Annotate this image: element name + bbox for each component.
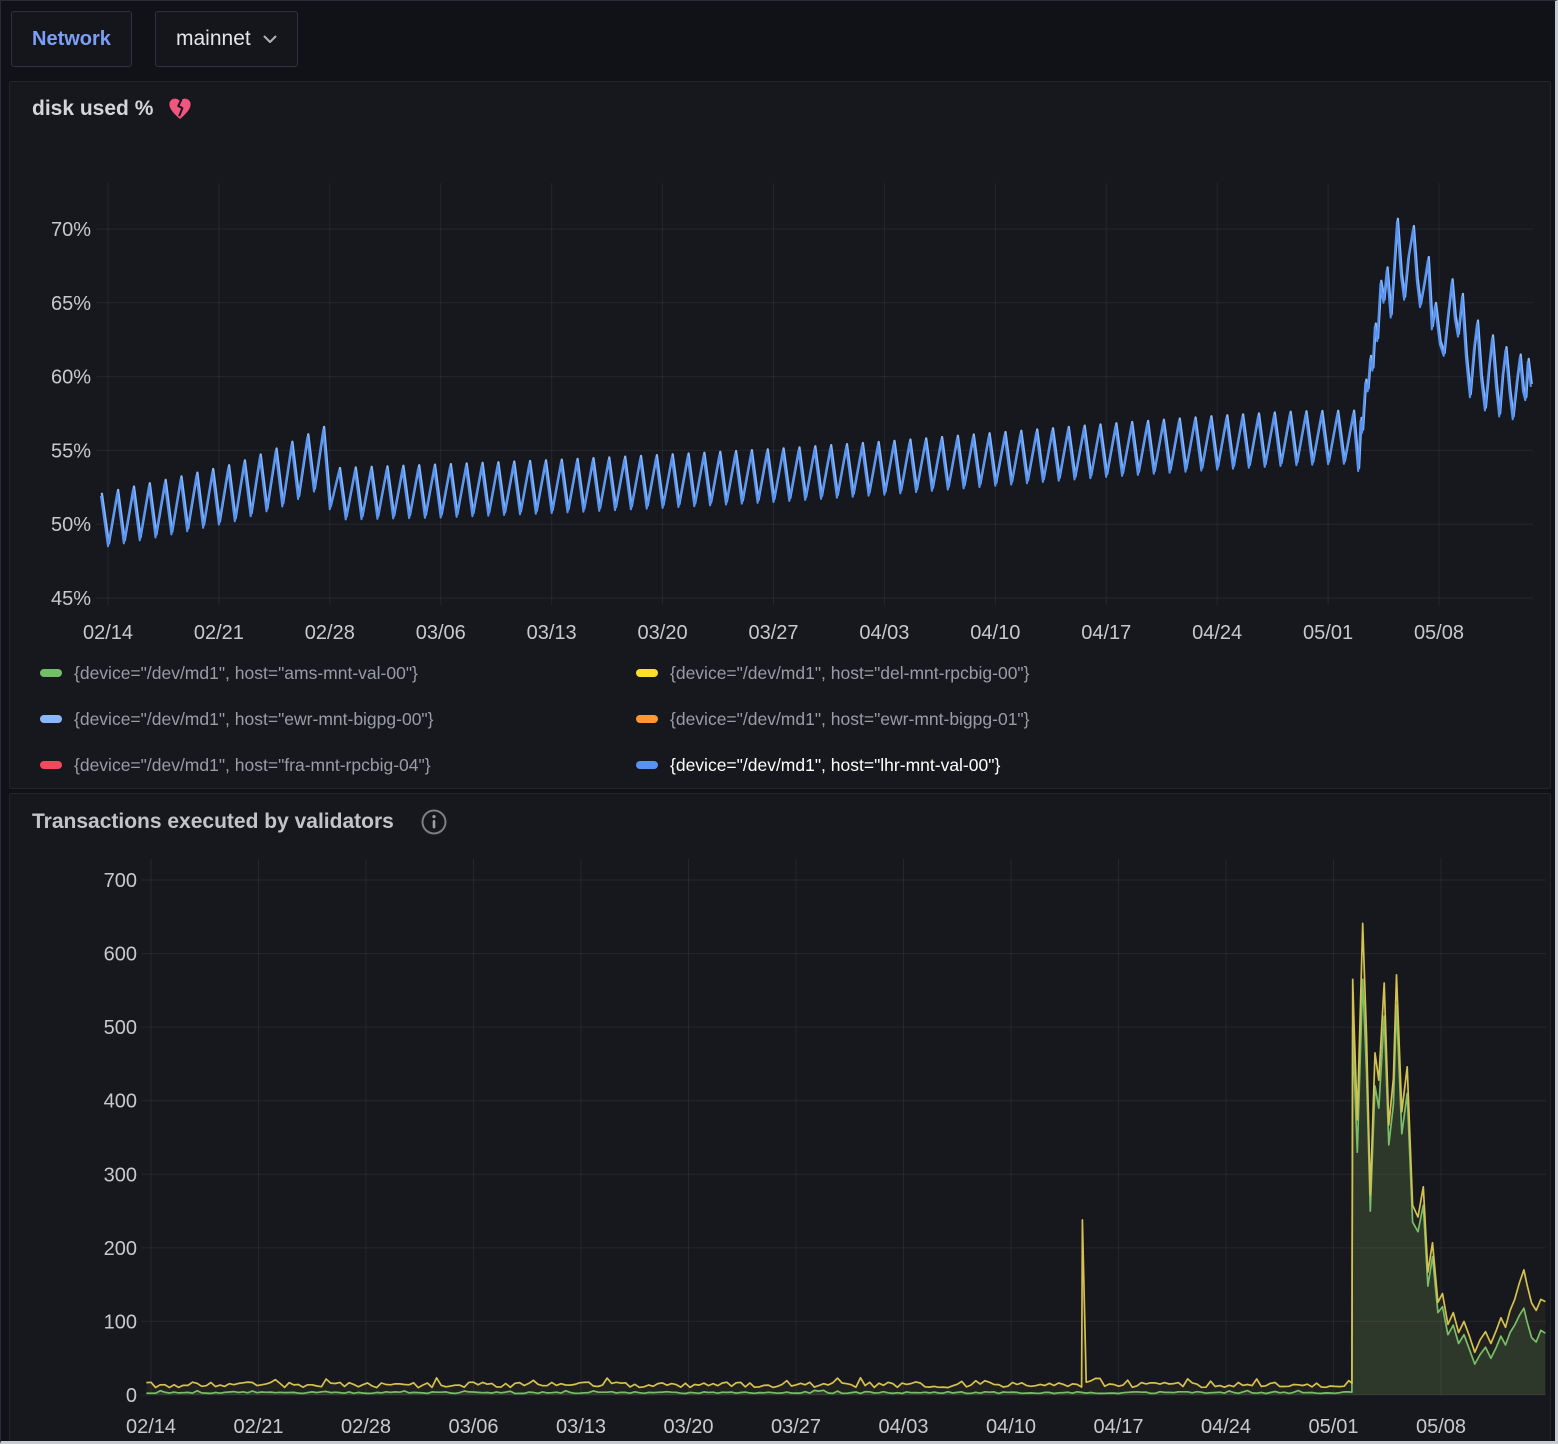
grafana-dashboard: Network mainnet disk used % {device="/de… [0, 0, 1558, 1444]
series-color-swatch [636, 669, 658, 677]
legend-label: {device="/dev/md1", host="ewr-mnt-bigpg-… [670, 709, 1030, 730]
broken-heart-icon[interactable] [167, 96, 193, 122]
series-color-swatch [636, 761, 658, 769]
series-color-swatch [40, 761, 62, 769]
series-color-swatch [40, 715, 62, 723]
network-variable[interactable]: Network [11, 11, 132, 67]
legend-label: {device="/dev/md1", host="ewr-mnt-bigpg-… [74, 709, 434, 730]
legend-item-ewr-mnt-bigpg-00[interactable]: {device="/dev/md1", host="ewr-mnt-bigpg-… [40, 704, 636, 734]
chevron-down-icon [263, 35, 277, 44]
series-color-swatch [636, 715, 658, 723]
panel-transactions-title[interactable]: Transactions executed by validators [32, 808, 448, 836]
disk-used-plot-area[interactable] [97, 182, 1542, 608]
legend-item-ams-mnt-val-00[interactable]: {device="/dev/md1", host="ams-mnt-val-00… [40, 658, 636, 688]
legend-item-lhr-mnt-val-00[interactable]: {device="/dev/md1", host="lhr-mnt-val-00… [636, 750, 1030, 780]
legend-label: {device="/dev/md1", host="ams-mnt-val-00… [74, 663, 418, 684]
legend-item-ewr-mnt-bigpg-01[interactable]: {device="/dev/md1", host="ewr-mnt-bigpg-… [636, 704, 1030, 734]
legend-label: {device="/dev/md1", host="del-mnt-rpcbig… [670, 663, 1030, 684]
network-variable-value: mainnet [176, 27, 251, 51]
panel-disk-used-title[interactable]: disk used % [32, 96, 193, 122]
legend-label: {device="/dev/md1", host="fra-mnt-rpcbig… [74, 755, 431, 776]
transactions-plot-area[interactable] [142, 854, 1555, 1396]
panel-disk-used: disk used % {device="/dev/md1", host="am… [9, 81, 1551, 789]
series-color-swatch [40, 669, 62, 677]
network-variable-dropdown[interactable]: mainnet [155, 11, 298, 67]
legend-label: {device="/dev/md1", host="lhr-mnt-val-00… [670, 755, 1000, 776]
panel-title-text: Transactions executed by validators [32, 810, 394, 834]
panel-title-text: disk used % [32, 97, 153, 121]
legend-item-fra-mnt-rpcbig-04[interactable]: {device="/dev/md1", host="fra-mnt-rpcbig… [40, 750, 636, 780]
legend-item-del-mnt-rpcbig-00[interactable]: {device="/dev/md1", host="del-mnt-rpcbig… [636, 658, 1030, 688]
network-variable-label: Network [32, 28, 111, 51]
info-icon[interactable] [420, 808, 448, 836]
panel-transactions: Transactions executed by validators Cert… [9, 793, 1551, 1442]
disk-used-legend: {device="/dev/md1", host="ams-mnt-val-00… [40, 658, 1030, 780]
